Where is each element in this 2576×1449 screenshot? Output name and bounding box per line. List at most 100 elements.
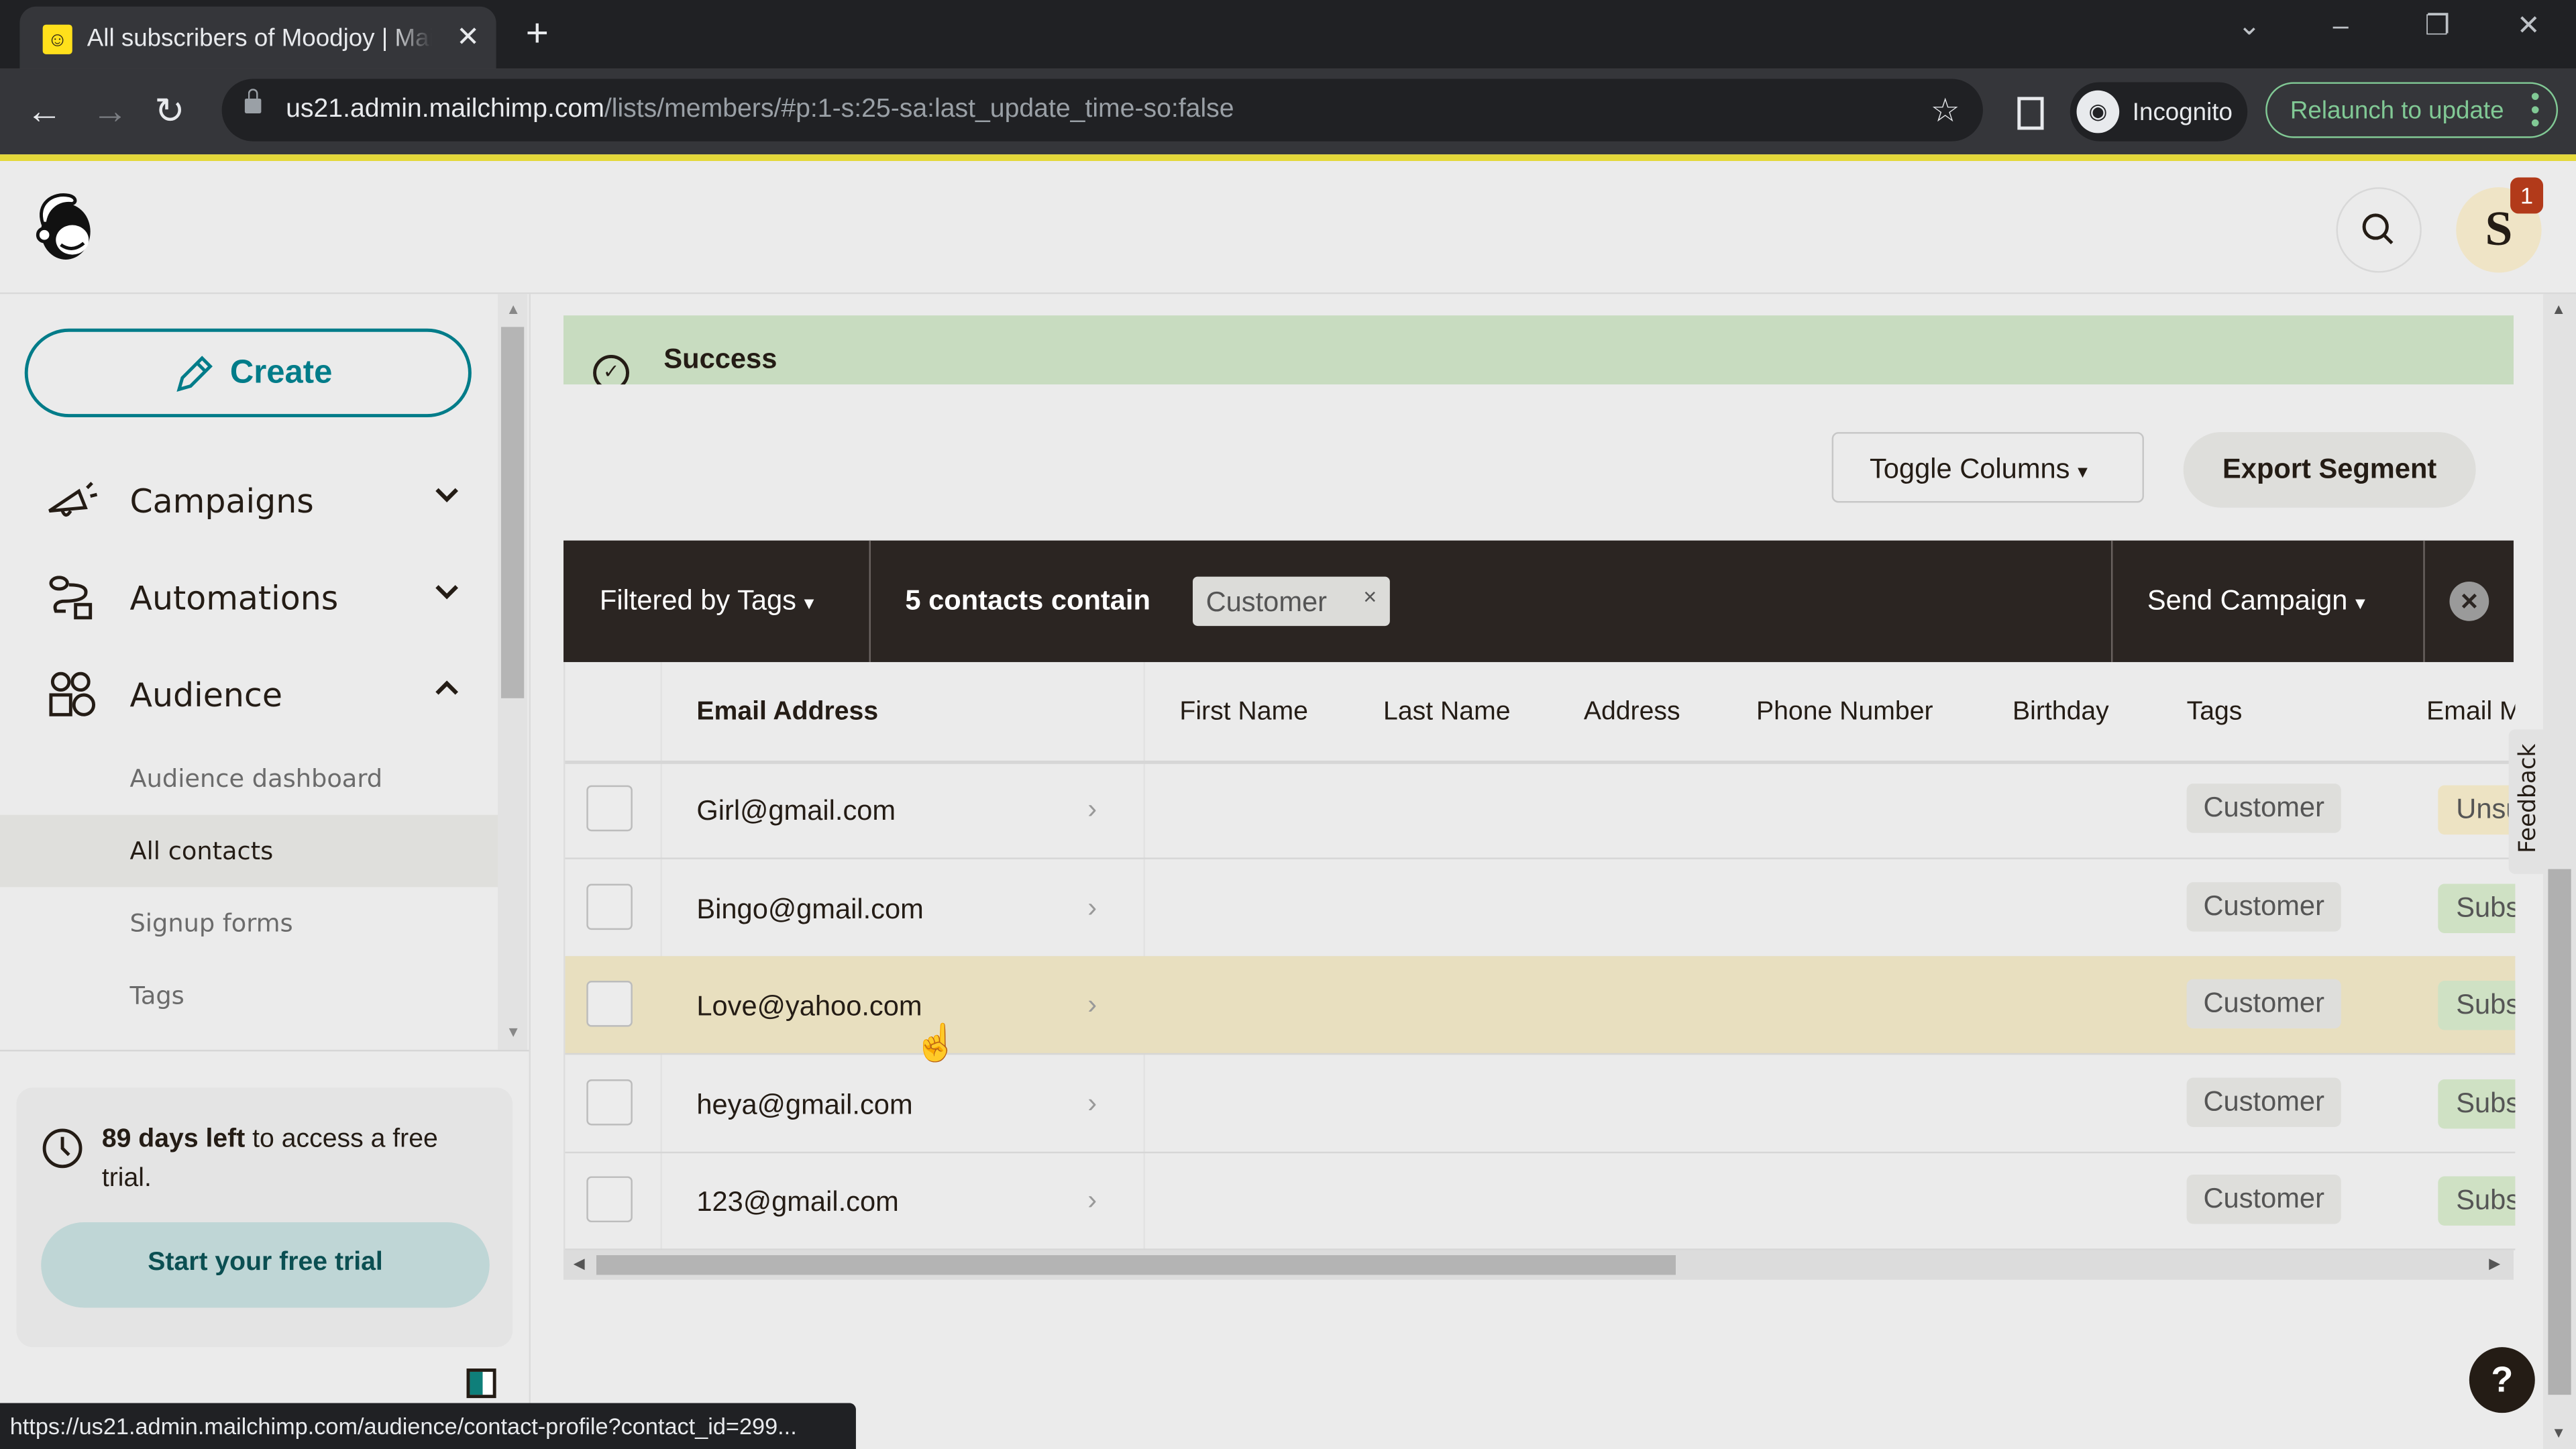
row-checkbox[interactable] xyxy=(586,785,633,832)
export-segment-button[interactable]: Export Segment xyxy=(2183,432,2476,508)
tab-search-icon[interactable]: ⌄ xyxy=(2238,10,2261,43)
tag-badge: Customer xyxy=(2186,1077,2341,1126)
contact-email[interactable]: 123@gmail.com xyxy=(696,1186,898,1219)
minimize-icon[interactable]: – xyxy=(2333,10,2349,43)
scroll-up-icon[interactable]: ▲ xyxy=(506,301,521,317)
create-button[interactable]: Create xyxy=(24,328,472,418)
sidebar-item-campaigns[interactable]: Campaigns xyxy=(0,460,498,542)
pencil-icon xyxy=(176,356,213,392)
side-panel-icon[interactable] xyxy=(2017,97,2044,130)
contact-email[interactable]: heya@gmail.com xyxy=(696,1088,912,1121)
notification-badge: 1 xyxy=(2510,177,2544,214)
page-scrollbar-thumb[interactable] xyxy=(2548,869,2571,1395)
menu-dots-icon[interactable]: • • • xyxy=(2530,85,2540,137)
scroll-right-icon[interactable]: ▶ xyxy=(2489,1255,2500,1273)
contact-email[interactable]: Girl@gmail.com xyxy=(696,795,896,828)
scroll-down-icon[interactable]: ▼ xyxy=(2551,1424,2566,1440)
contact-email[interactable]: Bingo@gmail.com xyxy=(696,893,923,926)
table-row[interactable]: 123@gmail.com › Customer Subs xyxy=(565,1152,2516,1250)
search-button[interactable] xyxy=(2336,187,2422,273)
restore-icon[interactable]: ❐ xyxy=(2425,10,2450,43)
sidebar-item-audience[interactable]: Audience xyxy=(0,654,498,736)
contacts-count-label: 5 contacts contain xyxy=(905,584,1150,616)
accent-line xyxy=(0,154,2576,162)
horizontal-scrollbar-thumb[interactable] xyxy=(596,1255,1676,1275)
chevron-right-icon[interactable]: › xyxy=(1087,1087,1097,1120)
clear-filter-icon[interactable]: ✕ xyxy=(2449,581,2489,621)
chevron-right-icon[interactable]: › xyxy=(1087,794,1097,826)
sidebar-subitem-signup-forms[interactable]: Signup forms xyxy=(0,887,498,959)
back-icon[interactable]: ← xyxy=(26,91,62,133)
chevron-right-icon[interactable]: › xyxy=(1087,1185,1097,1218)
sidebar-item-label: Campaigns xyxy=(129,481,314,521)
browser-tab[interactable]: ☺ All subscribers of Moodjoy | Mailchimp… xyxy=(19,6,496,69)
main-content: Success Toggle Columns ▾ Export Segment … xyxy=(531,294,2544,1449)
row-checkbox[interactable] xyxy=(586,981,633,1027)
forward-icon[interactable]: → xyxy=(92,91,128,133)
close-window-icon[interactable]: ✕ xyxy=(2517,10,2540,43)
sidebar-item-label: Audience xyxy=(129,675,282,715)
tag-badge: Customer xyxy=(2186,881,2341,931)
search-icon xyxy=(2362,213,2394,245)
column-header-address[interactable]: Address xyxy=(1584,698,1680,728)
feedback-tab[interactable]: Feedback xyxy=(2508,729,2545,874)
table-row[interactable]: Love@yahoo.com › Customer Subs xyxy=(565,956,2516,1055)
filtered-by-tags-dropdown[interactable]: Filtered by Tags ▾ xyxy=(600,585,814,618)
status-badge: Subs xyxy=(2438,1176,2516,1226)
column-header-email[interactable]: Email Address xyxy=(696,698,878,728)
reload-icon[interactable]: ↻ xyxy=(154,91,184,133)
hand-cursor-icon: ☝ xyxy=(913,1022,959,1063)
row-checkbox[interactable] xyxy=(586,1078,633,1125)
incognito-icon: ◉ xyxy=(2076,90,2120,133)
send-campaign-dropdown[interactable]: Send Campaign ▾ xyxy=(2147,585,2365,618)
sidebar-scrollbar[interactable]: ▲ ▼ xyxy=(498,294,528,1050)
sidebar-item-automations[interactable]: Automations xyxy=(0,557,498,639)
column-header-last-name[interactable]: Last Name xyxy=(1383,698,1510,728)
table-header: Email Address First Name Last Name Addre… xyxy=(565,662,2516,764)
sidebar-scrollbar-thumb[interactable] xyxy=(500,327,525,698)
chevron-right-icon[interactable]: › xyxy=(1087,892,1097,924)
trial-card: 89 days left to access a free trial. Sta… xyxy=(16,1087,513,1348)
automation-flow-icon xyxy=(49,576,93,620)
contact-email[interactable]: Love@yahoo.com xyxy=(696,991,922,1024)
toggle-columns-button[interactable]: Toggle Columns ▾ xyxy=(1831,432,2144,503)
sidebar-subitem-tags[interactable]: Tags xyxy=(0,959,498,1032)
help-button[interactable]: ? xyxy=(2469,1347,2535,1413)
new-tab-button[interactable]: + xyxy=(526,11,549,58)
incognito-label: Incognito xyxy=(2132,98,2233,127)
scroll-up-icon[interactable]: ▲ xyxy=(2551,301,2566,317)
row-checkbox[interactable] xyxy=(586,883,633,929)
tag-badge: Customer xyxy=(2186,1175,2341,1224)
clock-icon xyxy=(42,1128,83,1169)
column-header-tags[interactable]: Tags xyxy=(2187,698,2243,728)
column-header-birthday[interactable]: Birthday xyxy=(2012,698,2109,728)
success-label: Success xyxy=(663,343,777,375)
table-row[interactable]: heya@gmail.com › Customer Subs xyxy=(565,1054,2516,1152)
mailchimp-logo-icon[interactable] xyxy=(26,187,102,266)
tag-filter-chip[interactable]: Customer × xyxy=(1192,576,1390,627)
column-header-email-marketing[interactable]: Email M xyxy=(2426,698,2515,728)
address-bar[interactable]: us21.admin.mailchimp.com/lists/members/#… xyxy=(221,78,1983,142)
table-row[interactable]: Girl@gmail.com › Customer Unsu xyxy=(565,761,2516,859)
page-scrollbar[interactable]: ▲ ▼ xyxy=(2543,294,2576,1449)
scroll-left-icon[interactable]: ◀ xyxy=(574,1255,585,1273)
sidebar-subitem-audience-dashboard[interactable]: Audience dashboard xyxy=(0,743,498,815)
relaunch-button[interactable]: Relaunch to update • • • xyxy=(2265,82,2559,138)
scroll-down-icon[interactable]: ▼ xyxy=(506,1024,521,1040)
tag-chip-label: Customer xyxy=(1205,586,1328,618)
sidebar-collapse-icon[interactable] xyxy=(466,1368,496,1399)
trial-text: 89 days left to access a free trial. xyxy=(101,1125,438,1193)
remove-tag-icon[interactable]: × xyxy=(1363,583,1377,609)
horizontal-scrollbar[interactable]: ◀ ▶ xyxy=(564,1250,2514,1280)
row-checkbox[interactable] xyxy=(586,1176,633,1223)
sidebar-subitem-all-contacts[interactable]: All contacts xyxy=(0,814,498,888)
start-free-trial-button[interactable]: Start your free trial xyxy=(41,1222,490,1308)
chevron-right-icon[interactable]: › xyxy=(1087,989,1097,1022)
incognito-indicator[interactable]: ◉ Incognito xyxy=(2070,82,2248,142)
table-row[interactable]: Bingo@gmail.com › Customer Subs xyxy=(565,859,2516,957)
url-text[interactable]: us21.admin.mailchimp.com/lists/members/#… xyxy=(286,95,1234,125)
column-header-first-name[interactable]: First Name xyxy=(1179,698,1308,728)
close-tab-icon[interactable]: ✕ xyxy=(456,21,480,54)
bookmark-star-icon[interactable]: ☆ xyxy=(1931,91,1960,131)
column-header-phone[interactable]: Phone Number xyxy=(1756,698,1933,728)
